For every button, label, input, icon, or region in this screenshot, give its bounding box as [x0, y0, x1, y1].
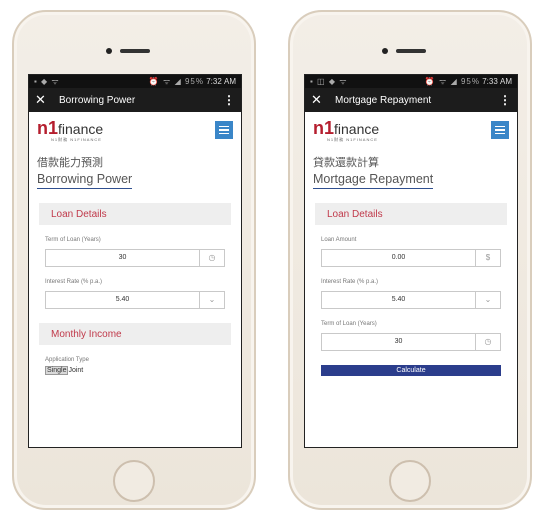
status-icons-left: ▪ ◆ ᯤ: [34, 77, 60, 86]
app-bar: ✕ Mortgage Repayment ⋮: [305, 88, 517, 112]
clock-icon: ◷: [199, 250, 224, 266]
earpiece-speaker: [120, 49, 150, 53]
front-camera: [106, 48, 112, 54]
page-title-chinese: 貸款還款計算: [313, 157, 379, 169]
close-icon[interactable]: ✕: [35, 92, 51, 108]
logo-finance-text: finance: [58, 120, 104, 137]
application-type-joint[interactable]: Joint: [68, 367, 83, 374]
section-monthly-income[interactable]: Monthly Income: [39, 323, 231, 345]
term-input[interactable]: 30: [46, 250, 199, 266]
chevron-down-icon[interactable]: ⌄: [475, 292, 500, 308]
phone-left: ▪ ◆ ᯤ ⏰ ᯤ ◢ 95% 7:32 AM ✕ Borrowing Powe…: [12, 10, 256, 510]
hamburger-menu-icon[interactable]: [215, 121, 233, 139]
dollar-icon: $: [475, 250, 500, 266]
front-camera: [382, 48, 388, 54]
interest-select[interactable]: 5.40 ⌄: [321, 291, 501, 309]
status-icons-right: ⏰ ᯤ ◢ 95%: [424, 77, 480, 86]
home-button[interactable]: [113, 460, 155, 502]
earpiece-speaker: [396, 49, 426, 53]
term-field[interactable]: 30 ◷: [45, 249, 225, 267]
status-right: ⏰ ᯤ ◢ 95% 7:33 AM: [425, 76, 512, 87]
status-bar: ▪ ◆ ᯤ ⏰ ᯤ ◢ 95% 7:32 AM: [29, 75, 241, 88]
loan-amount-input[interactable]: 0.00: [322, 250, 475, 266]
loan-amount-label: Loan Amount: [321, 237, 357, 243]
logo-subtitle: N1財務 N1FINANCE: [51, 136, 102, 142]
application-type-toggle: Single Joint: [45, 366, 225, 375]
page-title: Mortgage Repayment: [313, 172, 434, 189]
status-time: 7:32 AM: [206, 77, 236, 86]
n1finance-logo[interactable]: n1finance N1財務 N1FINANCE: [313, 119, 379, 142]
status-right: ⏰ ᯤ ◢ 95% 7:32 AM: [149, 76, 236, 87]
brand-header: n1finance N1財務 N1FINANCE: [305, 112, 517, 148]
interest-label: Interest Rate (% p.a.): [321, 279, 379, 285]
more-options-icon[interactable]: ⋮: [499, 93, 511, 107]
term-input[interactable]: 30: [322, 334, 475, 350]
interest-label: Interest Rate (% p.a.): [45, 279, 103, 285]
loan-details-form: Term of Loan (Years) 30 ◷ Interest Rate …: [29, 237, 241, 309]
monthly-income-form: Application Type Single Joint: [29, 357, 241, 375]
section-loan-details[interactable]: Loan Details: [315, 203, 507, 225]
chevron-down-icon[interactable]: ⌄: [199, 292, 224, 308]
app-bar: ✕ Borrowing Power ⋮: [29, 88, 241, 112]
app-bar-title: Mortgage Repayment: [335, 94, 432, 106]
logo-n1: n1: [37, 117, 59, 138]
term-field[interactable]: 30 ◷: [321, 333, 501, 351]
status-icons-right: ⏰ ᯤ ◢ 95%: [148, 77, 204, 86]
status-bar: ▪ ◫ ◆ ᯤ ⏰ ᯤ ◢ 95% 7:33 AM: [305, 75, 517, 88]
interest-value: 5.40: [391, 296, 406, 303]
n1finance-logo[interactable]: n1finance N1財務 N1FINANCE: [37, 119, 103, 142]
section-loan-details[interactable]: Loan Details: [39, 203, 231, 225]
interest-value: 5.40: [115, 296, 130, 303]
application-type-label: Application Type: [45, 357, 89, 363]
term-label: Term of Loan (Years): [45, 237, 101, 243]
app-bar-title: Borrowing Power: [59, 94, 136, 106]
page-heading: 借款能力預測 Borrowing Power: [29, 148, 241, 189]
home-button[interactable]: [389, 460, 431, 502]
page-heading: 貸款還款計算 Mortgage Repayment: [305, 148, 517, 189]
status-icons-left: ▪ ◫ ◆ ᯤ: [310, 77, 348, 86]
hamburger-menu-icon[interactable]: [491, 121, 509, 139]
logo-n1: n1: [313, 117, 335, 138]
logo-finance-text: finance: [334, 120, 380, 137]
interest-select[interactable]: 5.40 ⌄: [45, 291, 225, 309]
application-type-single[interactable]: Single: [45, 366, 69, 375]
term-label: Term of Loan (Years): [321, 321, 377, 327]
more-options-icon[interactable]: ⋮: [223, 93, 235, 107]
page-title: Borrowing Power: [37, 172, 133, 189]
status-time: 7:33 AM: [482, 77, 512, 86]
loan-details-form: Loan Amount 0.00 $ Interest Rate (% p.a.…: [305, 237, 517, 351]
loan-amount-field[interactable]: 0.00 $: [321, 249, 501, 267]
logo-subtitle: N1財務 N1FINANCE: [327, 136, 378, 142]
close-icon[interactable]: ✕: [311, 92, 327, 108]
phone-right: ▪ ◫ ◆ ᯤ ⏰ ᯤ ◢ 95% 7:33 AM ✕ Mortgage Rep…: [288, 10, 532, 510]
calculate-button[interactable]: Calculate: [321, 365, 501, 376]
screen: ▪ ◫ ◆ ᯤ ⏰ ᯤ ◢ 95% 7:33 AM ✕ Mortgage Rep…: [304, 74, 518, 448]
brand-header: n1finance N1財務 N1FINANCE: [29, 112, 241, 148]
screen: ▪ ◆ ᯤ ⏰ ᯤ ◢ 95% 7:32 AM ✕ Borrowing Powe…: [28, 74, 242, 448]
clock-icon: ◷: [475, 334, 500, 350]
page-title-chinese: 借款能力預測: [37, 157, 103, 169]
